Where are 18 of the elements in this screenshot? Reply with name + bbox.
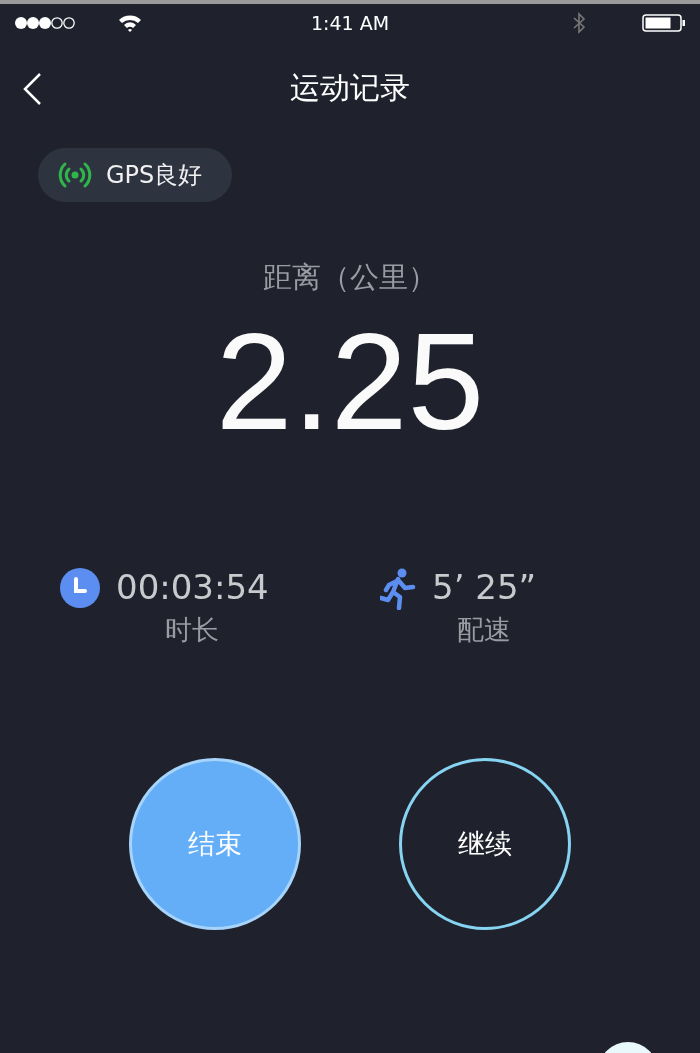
stat-label: 时长 <box>165 613 220 647</box>
stat-value: 5’ 25” <box>432 566 537 608</box>
bluetooth-icon <box>572 12 586 34</box>
back-icon[interactable] <box>22 72 42 106</box>
signal-waves-icon <box>56 160 94 190</box>
stat-value: 00:03:54 <box>116 566 269 608</box>
distance-label: 距离（公里） <box>263 259 437 296</box>
battery-icon <box>642 14 686 32</box>
signal-icon <box>14 16 76 30</box>
resume-button[interactable]: 继续 <box>399 758 571 930</box>
clock-icon <box>60 568 100 608</box>
page-title: 运动记录 <box>290 68 410 107</box>
stat-label: 配速 <box>457 613 512 647</box>
gps-label: GPS良好 <box>106 160 203 191</box>
status-time: 1:41 AM <box>310 12 390 34</box>
distance-value: 2.25 <box>215 312 485 450</box>
wifi-icon <box>118 14 142 32</box>
runner-icon <box>380 568 416 610</box>
